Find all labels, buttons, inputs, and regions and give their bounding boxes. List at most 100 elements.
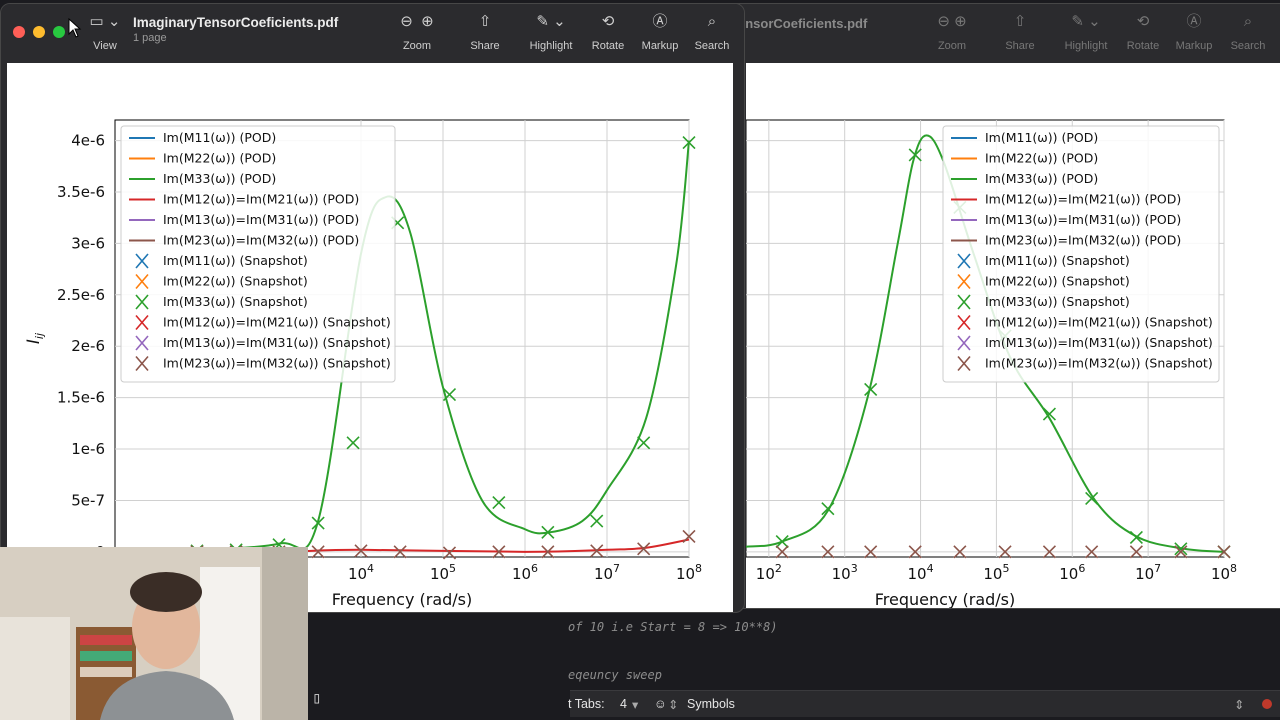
code-comment: eqeuncy sweep	[568, 668, 662, 682]
markup-button[interactable]: Ⓐ Markup	[1164, 12, 1224, 52]
legend-label: Im(M12(ω))=Im(M21(ω)) (POD)	[163, 192, 359, 207]
search-icon: ⌕	[707, 13, 717, 30]
x-tick-label: 108	[1211, 562, 1237, 583]
updown-icon[interactable]: ⇕	[668, 697, 678, 712]
legend-label: Im(M22(ω)) (Snapshot)	[985, 274, 1130, 289]
share-button[interactable]: ⇧ Share	[455, 12, 515, 52]
zoom-out-icon: ⊖ ⊕	[400, 13, 434, 30]
updown-icon[interactable]: ⇕	[1234, 697, 1244, 712]
x-tick-label: 105	[430, 562, 456, 583]
y-tick-label: 2.5e-6	[57, 286, 105, 304]
y-tick-label: 1.5e-6	[57, 389, 105, 407]
view-button[interactable]: ▭ ⌄ View	[75, 12, 135, 52]
symbols-label[interactable]: Symbols	[687, 697, 735, 711]
legend-label: Im(M12(ω))=Im(M21(ω)) (POD)	[985, 192, 1181, 207]
markup-button[interactable]: Ⓐ Markup	[630, 12, 690, 52]
pdf-page[interactable]: 10410510610710805e-71e-61.5e-62e-62.5e-6…	[7, 63, 733, 612]
rotate-button[interactable]: ⟲ Rotate	[578, 12, 638, 52]
legend-label: Im(M23(ω))=Im(M32(ω)) (Snapshot)	[163, 356, 391, 371]
markup-icon: Ⓐ	[652, 13, 668, 30]
share-button[interactable]: ⇧ Share	[990, 12, 1050, 52]
sidebar-icon: ▭ ⌄	[89, 13, 121, 30]
webcam-overlay	[0, 547, 308, 720]
legend-label: Im(M33(ω)) (Snapshot)	[163, 294, 308, 309]
legend-label: Im(M11(ω)) (POD)	[163, 130, 276, 145]
y-tick-label: 4e-6	[71, 132, 105, 150]
highlight-button[interactable]: ✎ ⌄ Highlight	[521, 12, 581, 52]
chart-legend: Im(M11(ω)) (POD) Im(M22(ω)) (POD) Im(M33(ω…	[942, 125, 1220, 383]
x-tick-label: 103	[832, 562, 858, 583]
highlight-icon: ✎ ⌄	[1071, 13, 1101, 30]
y-tick-label: 5e-7	[71, 491, 105, 509]
chart-legend: Im(M11(ω)) (POD) Im(M22(ω)) (POD) Im(M33(ω…	[120, 125, 396, 383]
highlight-button[interactable]: ✎ ⌄ Highlight	[1056, 12, 1116, 52]
zoom-button[interactable]: ⊖ ⊕ Zoom	[387, 12, 447, 52]
toolbar: ensorCoeficients.pdf ⊖ ⊕ Zoom ⇧ Share ✎ ⌄ H…	[706, 4, 1280, 64]
legend-label: Im(M13(ω))=Im(M31(ω)) (POD)	[163, 212, 359, 227]
minimize-window-button[interactable]	[33, 26, 45, 38]
terminal-cursor: ▯	[312, 688, 322, 707]
x-tick-label: 105	[983, 562, 1009, 583]
legend-label: Im(M22(ω)) (POD)	[985, 151, 1098, 166]
preview-window-left: ▭ ⌄ View ImaginaryTensorCoeficients.pdf 1…	[0, 3, 745, 613]
chevron-down-icon[interactable]: ▾	[632, 697, 638, 712]
preview-window-right: ensorCoeficients.pdf ⊖ ⊕ Zoom ⇧ Share ✎ ⌄ H…	[705, 3, 1280, 609]
x-tick-label: 107	[594, 562, 620, 583]
window-title: ensorCoeficients.pdf	[738, 16, 868, 31]
smiley-icon: ☺	[654, 697, 667, 711]
y-tick-label: 1e-6	[71, 440, 105, 458]
highlight-icon: ✎ ⌄	[536, 13, 566, 30]
share-icon: ⇧	[1013, 13, 1027, 30]
editor-status-bar: t Tabs: 4 ▾ ☺ ⇕ Symbols ⇕	[568, 690, 1280, 717]
legend-label: Im(M13(ω))=Im(M31(ω)) (Snapshot)	[163, 335, 391, 350]
search-button[interactable]: ⌕ Search	[1218, 12, 1278, 52]
legend-label: Im(M23(ω))=Im(M32(ω)) (POD)	[163, 233, 359, 248]
x-tick-label: 102	[756, 562, 782, 583]
markup-icon: Ⓐ	[1186, 13, 1202, 30]
chart-left: 10410510610710805e-71e-61.5e-62e-62.5e-6…	[24, 119, 702, 609]
legend-label: Im(M22(ω)) (Snapshot)	[163, 274, 308, 289]
share-icon: ⇧	[478, 13, 492, 30]
code-comment: of 10 i.e Start = 8 => 10**8)	[568, 620, 778, 634]
legend-label: Im(M12(ω))=Im(M21(ω)) (Snapshot)	[163, 315, 391, 330]
presenter-video	[0, 547, 308, 720]
zoom-out-icon: ⊖ ⊕	[937, 13, 967, 30]
x-tick-label: 106	[512, 562, 538, 583]
rotate-icon: ⟲	[601, 13, 615, 30]
pdf-page[interactable]: 102 103 104 105 106 107 108 Frequency (rad/s) Im…	[745, 63, 1280, 608]
legend-label: Im(M22(ω)) (POD)	[163, 151, 276, 166]
page-count: 1 page	[133, 32, 167, 44]
legend-label: Im(M23(ω))=Im(M32(ω)) (POD)	[985, 233, 1181, 248]
legend-label: Im(M13(ω))=Im(M31(ω)) (Snapshot)	[985, 335, 1213, 350]
y-tick-label: 3.5e-6	[57, 183, 105, 201]
record-indicator-icon	[1262, 699, 1272, 709]
window-title: ImaginaryTensorCoeficients.pdf	[133, 15, 339, 30]
toolbar: ▭ ⌄ View ImaginaryTensorCoeficients.pdf 1…	[1, 4, 744, 64]
x-axis-label: Frequency (rad/s)	[875, 590, 1016, 608]
tabs-value[interactable]: 4	[620, 697, 627, 711]
legend-label: Im(M33(ω)) (POD)	[163, 171, 276, 186]
legend-label: Im(M11(ω)) (Snapshot)	[163, 253, 308, 268]
search-icon: ⌕	[1243, 13, 1253, 30]
legend-label: Im(M33(ω)) (Snapshot)	[985, 294, 1130, 309]
legend-label: Im(M12(ω))=Im(M21(ω)) (Snapshot)	[985, 315, 1213, 330]
x-tick-label: 104	[908, 562, 934, 583]
x-tick-label: 104	[348, 562, 374, 583]
mouse-pointer-icon	[68, 18, 82, 38]
y-tick-label: 2e-6	[71, 337, 105, 355]
chart-right: 102 103 104 105 106 107 108 Frequency (rad/s) Im…	[745, 119, 1237, 608]
x-axis-label: Frequency (rad/s)	[332, 590, 473, 609]
close-window-button[interactable]	[13, 26, 25, 38]
legend-label: Im(M13(ω))=Im(M31(ω)) (POD)	[985, 212, 1181, 227]
search-button[interactable]: ⌕ Search	[682, 12, 742, 52]
legend-label: Im(M11(ω)) (Snapshot)	[985, 253, 1130, 268]
legend-label: Im(M11(ω)) (POD)	[985, 130, 1098, 145]
zoom-window-button[interactable]	[53, 26, 65, 38]
y-axis-label: Iij	[24, 332, 46, 344]
legend-label: Im(M23(ω))=Im(M32(ω)) (Snapshot)	[985, 356, 1213, 371]
y-tick-label: 3e-6	[71, 234, 105, 252]
tabs-label: t Tabs:	[568, 697, 605, 711]
x-tick-label: 106	[1059, 562, 1085, 583]
x-tick-label: 107	[1135, 562, 1161, 583]
zoom-button[interactable]: ⊖ ⊕ Zoom	[922, 12, 982, 52]
